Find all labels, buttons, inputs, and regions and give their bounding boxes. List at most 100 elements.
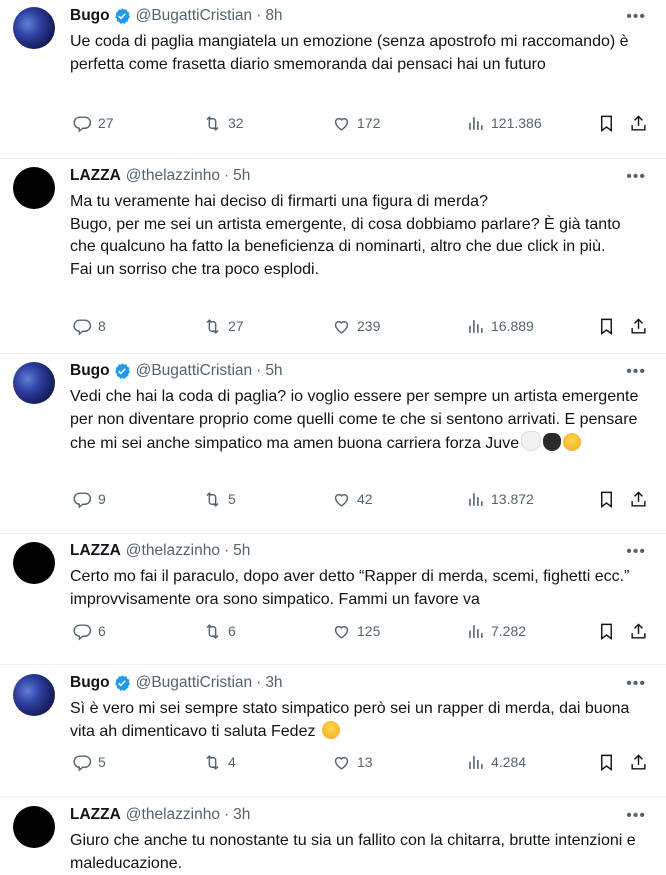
avatar[interactable] <box>13 674 55 716</box>
author-handle[interactable]: @thelazzinho <box>126 542 220 560</box>
retweet-button[interactable]: 4 <box>203 753 236 772</box>
reply-button[interactable]: 8 <box>73 317 106 336</box>
author-handle[interactable]: @BugattiCristian <box>136 674 253 692</box>
tweet-text: Giuro che anche tu nonostante tu sia un … <box>70 832 641 872</box>
tweet[interactable]: Bugo @BugattiCristian · 3h ••• Sì è vero… <box>0 665 666 797</box>
reply-button[interactable]: 6 <box>73 622 106 641</box>
retweet-count: 6 <box>228 623 236 639</box>
bookmark-icon <box>601 754 612 771</box>
avatar[interactable] <box>13 7 55 49</box>
tweet-text: Ma tu veramente hai deciso di firmarti u… <box>70 193 621 278</box>
avatar[interactable] <box>13 806 55 848</box>
reply-button[interactable]: 9 <box>73 490 106 509</box>
bookmark-icon <box>601 623 612 640</box>
verified-badge-icon <box>113 7 131 25</box>
heart-icon <box>334 493 349 507</box>
more-dots-icon[interactable]: ••• <box>626 808 646 824</box>
tweet-header: Bugo @BugattiCristian · 8h ••• <box>70 0 650 26</box>
more-dots-icon[interactable]: ••• <box>626 544 646 560</box>
more-dots-icon[interactable]: ••• <box>626 169 646 185</box>
heart-icon <box>334 625 349 639</box>
author-name[interactable]: Bugo <box>70 674 110 692</box>
bookmark-button[interactable] <box>597 753 616 772</box>
view-count: 4.284 <box>491 754 527 770</box>
views-button[interactable]: 13.872 <box>466 490 534 509</box>
like-button[interactable]: 42 <box>332 490 373 509</box>
views-button[interactable]: 121.386 <box>466 114 542 133</box>
timestamp[interactable]: 8h <box>265 7 282 25</box>
more-dots-icon[interactable]: ••• <box>626 364 646 380</box>
author-name[interactable]: Bugo <box>70 362 110 380</box>
separator: · <box>256 7 262 24</box>
tweet[interactable]: Bugo @BugattiCristian · 5h ••• Vedi che … <box>0 354 666 534</box>
tweet-text: Sì è vero mi sei sempre stato simpatico … <box>70 698 650 743</box>
author-handle[interactable]: @BugattiCristian <box>136 362 253 380</box>
like-button[interactable]: 239 <box>332 317 380 336</box>
share-icon <box>631 114 646 131</box>
retweet-count: 5 <box>228 491 236 507</box>
reply-button[interactable]: 5 <box>73 753 106 772</box>
tweet-header: LAZZA @thelazzinho · 5h ••• <box>70 534 650 561</box>
author-name[interactable]: Bugo <box>70 7 110 25</box>
views-button[interactable]: 7.282 <box>466 622 526 641</box>
tweet-thread: Bugo @BugattiCristian · 8h ••• Ue coda d… <box>0 0 666 875</box>
share-button[interactable] <box>629 622 648 641</box>
views-chart-icon <box>469 624 483 638</box>
timestamp[interactable]: 5h <box>233 542 250 560</box>
retweet-count: 4 <box>228 754 236 770</box>
separator: · <box>223 167 230 184</box>
reply-icon <box>73 115 92 132</box>
avatar[interactable] <box>13 542 55 584</box>
share-button[interactable] <box>629 753 648 772</box>
reply-button[interactable]: 27 <box>73 114 114 133</box>
reply-count: 5 <box>98 754 106 770</box>
author-handle[interactable]: @thelazzinho <box>126 167 220 185</box>
views-button[interactable]: 16.889 <box>466 317 534 336</box>
tweet[interactable]: LAZZA @thelazzinho · 5h ••• Ma tu verame… <box>0 159 666 354</box>
separator: · <box>223 806 230 823</box>
share-button[interactable] <box>629 490 648 509</box>
retweet-button[interactable]: 27 <box>203 317 244 336</box>
bookmark-button[interactable] <box>597 490 616 509</box>
author-handle[interactable]: @BugattiCristian <box>136 7 253 25</box>
tweet[interactable]: LAZZA @thelazzinho · 5h ••• Certo mo fai… <box>0 534 666 665</box>
more-dots-icon[interactable]: ••• <box>626 9 646 25</box>
timestamp[interactable]: 5h <box>233 167 250 185</box>
retweet-button[interactable]: 6 <box>203 622 236 641</box>
bookmark-button[interactable] <box>597 317 616 336</box>
bookmark-button[interactable] <box>597 622 616 641</box>
tweet-header: Bugo @BugattiCristian · 3h ••• <box>70 665 650 693</box>
timestamp[interactable]: 3h <box>233 806 250 824</box>
tweet-text-body: Sì è vero mi sei sempre stato simpatico … <box>70 700 634 740</box>
share-icon <box>631 622 646 639</box>
timestamp[interactable]: 3h <box>265 674 282 692</box>
avatar[interactable] <box>13 362 55 404</box>
reply-count: 27 <box>98 115 114 131</box>
views-chart-icon <box>469 755 483 769</box>
share-button[interactable] <box>629 317 648 336</box>
like-button[interactable]: 125 <box>332 622 380 641</box>
bookmark-icon <box>601 115 612 132</box>
like-count: 42 <box>357 491 373 507</box>
like-button[interactable]: 172 <box>332 114 380 133</box>
retweet-count: 27 <box>228 318 244 334</box>
views-button[interactable]: 4.284 <box>466 753 526 772</box>
reply-icon <box>73 623 92 640</box>
bookmark-button[interactable] <box>597 114 616 133</box>
tweet[interactable]: LAZZA @thelazzinho · 3h ••• Giuro che an… <box>0 797 666 875</box>
retweet-button[interactable]: 5 <box>203 490 236 509</box>
more-dots-icon[interactable]: ••• <box>626 676 646 692</box>
timestamp[interactable]: 5h <box>265 362 282 380</box>
author-name[interactable]: LAZZA <box>70 167 121 185</box>
tweet-header: LAZZA @thelazzinho · 3h ••• <box>70 797 650 825</box>
retweet-button[interactable]: 32 <box>203 114 244 133</box>
author-handle[interactable]: @thelazzinho <box>126 806 220 824</box>
reply-count: 6 <box>98 623 106 639</box>
author-name[interactable]: LAZZA <box>70 806 121 824</box>
tweet[interactable]: Bugo @BugattiCristian · 8h ••• Ue coda d… <box>0 0 666 159</box>
like-button[interactable]: 13 <box>332 753 373 772</box>
bookmark-icon <box>601 491 612 508</box>
share-button[interactable] <box>629 114 648 133</box>
avatar[interactable] <box>13 167 55 209</box>
author-name[interactable]: LAZZA <box>70 542 121 560</box>
